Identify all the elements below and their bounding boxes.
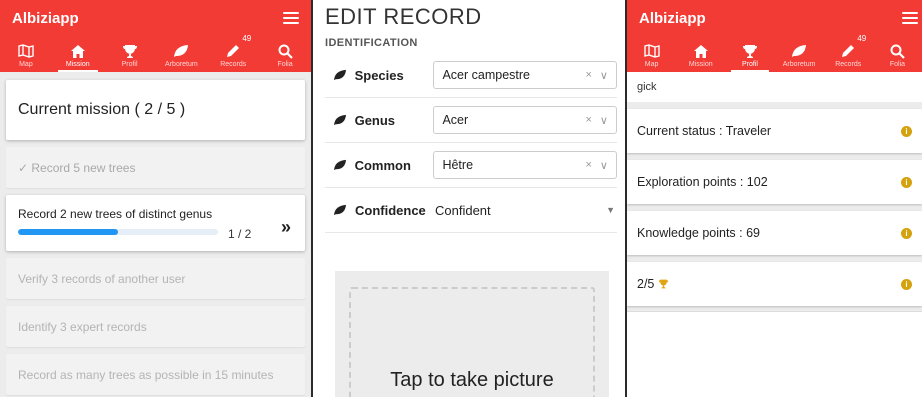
tab-mission[interactable]: Mission xyxy=(52,36,104,72)
common-label: Common xyxy=(354,157,411,173)
home-icon xyxy=(691,42,711,60)
task-pending[interactable]: Verify 3 records of another user xyxy=(6,258,305,299)
username: gick xyxy=(627,72,922,102)
trophy-icon xyxy=(740,42,760,60)
stat-label: Exploration points : 102 xyxy=(637,175,768,189)
profile-empty-area xyxy=(627,311,922,397)
mission-title-card: Current mission ( 2 / 5 ) xyxy=(6,80,305,140)
edit-record-screen: EDIT RECORD IDENTIFICATION Species Acer … xyxy=(313,0,625,397)
common-select[interactable]: Hêtre × ∨ xyxy=(433,151,617,179)
leaf-icon xyxy=(325,204,355,216)
leaf-icon xyxy=(325,159,355,171)
task-pending[interactable]: Identify 3 expert records xyxy=(6,306,305,347)
task-label: Identify 3 expert records xyxy=(18,319,147,334)
task-progress-fill xyxy=(18,229,118,235)
task-label: Verify 3 records of another user xyxy=(18,271,186,286)
stat-trophies: 2/5 i xyxy=(627,262,922,306)
trophy-icon xyxy=(120,42,140,60)
task-label: Record as many trees as possible in 15 m… xyxy=(18,367,274,382)
records-badge: 49 xyxy=(857,34,867,43)
genus-label: Genus xyxy=(354,112,396,128)
chevron-down-icon[interactable]: ∨ xyxy=(600,114,616,127)
leaf-icon xyxy=(171,42,191,60)
records-badge: 49 xyxy=(242,34,252,43)
common-row: Common Hêtre × ∨ xyxy=(325,143,617,188)
info-icon[interactable]: i xyxy=(901,227,912,239)
task-done[interactable]: ✓ Record 5 new trees xyxy=(6,147,305,188)
task-pending[interactable]: Record as many trees as possible in 15 m… xyxy=(6,354,305,395)
clear-icon[interactable]: × xyxy=(585,69,599,81)
nav-tabs: Map Mission Profil Arboretum 49 Records … xyxy=(627,34,922,72)
double-chevron-right-icon[interactable]: » xyxy=(281,217,291,238)
tab-map[interactable]: Map xyxy=(0,36,52,72)
leaf-icon xyxy=(789,42,809,60)
pencil-icon: 49 xyxy=(838,34,866,60)
confidence-row: Confidence Confident ▼ xyxy=(325,188,617,233)
hamburger-menu-icon[interactable] xyxy=(283,12,299,24)
species-select[interactable]: Acer campestre × ∨ xyxy=(433,61,617,89)
tab-profil[interactable]: Profil xyxy=(104,36,156,72)
pencil-icon: 49 xyxy=(223,34,251,60)
photo-capture-area[interactable]: Tap to take picture xyxy=(335,271,609,397)
stat-knowledge: Knowledge points : 69 i xyxy=(627,211,922,255)
leaf-icon xyxy=(325,114,355,126)
map-icon xyxy=(16,42,36,60)
search-icon xyxy=(275,42,295,60)
app-header: Albiziapp Map Mission Profil Arboretum 4… xyxy=(627,0,922,72)
page-title: EDIT RECORD xyxy=(325,4,482,29)
species-row: Species Acer campestre × ∨ xyxy=(325,53,617,98)
confidence-select[interactable]: Confident xyxy=(435,203,606,218)
tab-folia[interactable]: Folia xyxy=(873,36,922,72)
task-progress-bar xyxy=(18,229,218,235)
genus-select[interactable]: Acer × ∨ xyxy=(433,106,617,134)
hamburger-menu-icon[interactable] xyxy=(902,12,918,24)
search-icon xyxy=(887,42,907,60)
app-title: Albiziapp xyxy=(639,9,706,27)
common-value: Hêtre xyxy=(442,158,474,172)
genus-row: Genus Acer × ∨ xyxy=(325,98,617,143)
task-label: Record 2 new trees of distinct genus xyxy=(18,207,213,221)
tab-records[interactable]: 49 Records xyxy=(207,34,259,72)
stat-label: Current status : Traveler xyxy=(637,124,772,138)
tab-folia[interactable]: Folia xyxy=(259,36,311,72)
species-label: Species xyxy=(354,67,404,83)
confidence-label: Confidence xyxy=(355,202,426,218)
stat-label: 2/5 xyxy=(637,277,901,291)
chevron-down-icon[interactable]: ∨ xyxy=(600,69,616,82)
stat-label: Knowledge points : 69 xyxy=(637,226,761,240)
tab-records[interactable]: 49 Records xyxy=(824,34,873,72)
task-label: ✓ Record 5 new trees xyxy=(18,160,136,175)
info-icon[interactable]: i xyxy=(901,125,912,137)
section-heading: IDENTIFICATION xyxy=(325,37,418,49)
genus-value: Acer xyxy=(442,113,469,127)
task-active[interactable]: Record 2 new trees of distinct genus 1 /… xyxy=(6,195,305,251)
species-value: Acer campestre xyxy=(442,68,530,82)
app-title: Albiziapp xyxy=(12,9,79,27)
mission-screen: Albiziapp Map Mission Profil Arboretum 4… xyxy=(0,0,311,397)
tab-arboretum[interactable]: Arboretum xyxy=(155,36,207,72)
map-icon xyxy=(642,42,662,60)
trophy-count: 2/5 xyxy=(637,277,655,291)
chevron-down-icon[interactable]: ∨ xyxy=(600,159,616,172)
app-header: Albiziapp Map Mission Profil Arboretum 4… xyxy=(0,0,311,72)
tab-arboretum[interactable]: Arboretum xyxy=(775,36,824,72)
stat-status: Current status : Traveler i xyxy=(627,109,922,153)
photo-capture-label: Tap to take picture xyxy=(390,369,554,391)
info-icon[interactable]: i xyxy=(901,278,912,290)
home-icon xyxy=(68,42,88,60)
tab-profil[interactable]: Profil xyxy=(725,36,774,72)
caret-down-icon[interactable]: ▼ xyxy=(606,205,615,215)
task-progress-count: 1 / 2 xyxy=(228,227,252,241)
clear-icon[interactable]: × xyxy=(585,114,599,126)
mission-title: Current mission ( 2 / 5 ) xyxy=(18,101,186,118)
tab-mission[interactable]: Mission xyxy=(676,36,725,72)
tab-map[interactable]: Map xyxy=(627,36,676,72)
profile-screen: Albiziapp Map Mission Profil Arboretum 4… xyxy=(627,0,922,397)
stat-exploration: Exploration points : 102 i xyxy=(627,160,922,204)
nav-tabs: Map Mission Profil Arboretum 49 Records … xyxy=(0,34,311,72)
info-icon[interactable]: i xyxy=(901,176,912,188)
trophy-icon xyxy=(658,279,669,289)
leaf-icon xyxy=(325,69,355,81)
clear-icon[interactable]: × xyxy=(585,159,599,171)
